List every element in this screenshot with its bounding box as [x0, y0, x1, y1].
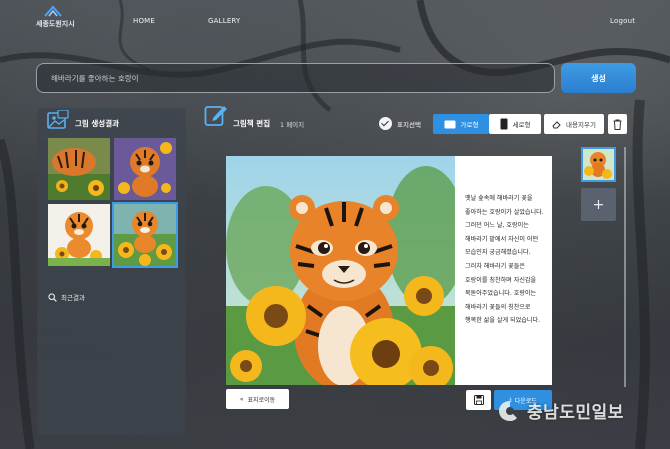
landscape-icon	[444, 120, 456, 128]
image-gallery-icon	[47, 110, 69, 129]
save-button[interactable]	[466, 390, 491, 410]
page-count: 1 페이지	[280, 121, 305, 129]
portrait-label: 세로형	[512, 121, 531, 129]
story-text[interactable]: 옛날 숲속에 해바라기 꽃을 좋아하는 호랑이가 살았습니다. 그러던 어느 날…	[455, 156, 552, 385]
prompt-box	[36, 63, 555, 93]
logo-icon	[44, 5, 62, 17]
watermark: 충남도민일보	[498, 398, 624, 423]
erase-content-button[interactable]: 내용지우기	[544, 114, 604, 134]
add-page-button[interactable]: +	[581, 188, 616, 221]
go-to-cover-button[interactable]: « 표지로이동	[226, 389, 289, 409]
result-thumbnail-2[interactable]	[114, 138, 176, 200]
page-scrollbar[interactable]	[624, 147, 626, 387]
nav-gallery-link[interactable]: GALLERY	[208, 17, 241, 25]
erase-content-label: 내용지우기	[566, 121, 596, 129]
result-thumbnail-4[interactable]	[112, 202, 178, 268]
watermark-text: 충남도민일보	[527, 403, 624, 423]
edit-icon	[204, 106, 227, 126]
recent-results-label: 최근결과	[61, 294, 85, 302]
result-thumbnail-3[interactable]	[48, 204, 110, 266]
results-title: 그림 생성결과	[75, 119, 120, 128]
trash-icon	[613, 119, 622, 130]
logo[interactable]: 세종도원지시	[36, 5, 86, 33]
newspaper-logo-icon	[499, 400, 517, 421]
prompt-input[interactable]	[51, 73, 554, 83]
portrait-icon	[500, 118, 508, 130]
top-nav: 세종도원지시 HOME GALLERY Logout	[0, 0, 670, 44]
floppy-icon	[473, 395, 484, 405]
result-thumbnail-1[interactable]	[48, 138, 110, 200]
book-page: 옛날 숲속에 해바라기 꽃을 좋아하는 호랑이가 살았습니다. 그러던 어느 날…	[226, 156, 552, 385]
recent-results-button[interactable]: 최근결과	[48, 292, 85, 302]
search-icon	[48, 292, 57, 302]
editor-title: 그림책 편집	[233, 119, 271, 128]
landscape-button[interactable]: 가로형	[433, 114, 489, 134]
logo-text: 세종도원지시	[36, 20, 75, 28]
delete-button[interactable]	[608, 114, 627, 134]
cover-select-label: 표지선택	[397, 120, 421, 129]
eraser-icon	[552, 120, 561, 128]
go-to-cover-label: 표지로이동	[247, 396, 276, 404]
portrait-button[interactable]: 세로형	[489, 114, 541, 134]
page-illustration[interactable]	[226, 156, 455, 385]
results-panel: 그림 생성결과 최근결과	[37, 108, 186, 435]
generate-button[interactable]: 생성	[561, 63, 636, 93]
landscape-label: 가로형	[460, 121, 479, 129]
cover-select-toggle[interactable]: 표지선택	[379, 117, 421, 130]
double-chevron-left-icon: «	[239, 395, 244, 403]
nav-home-link[interactable]: HOME	[133, 17, 155, 25]
check-icon	[379, 117, 392, 130]
page-thumbnail-1[interactable]	[581, 147, 616, 182]
nav-logout-link[interactable]: Logout	[610, 17, 635, 25]
